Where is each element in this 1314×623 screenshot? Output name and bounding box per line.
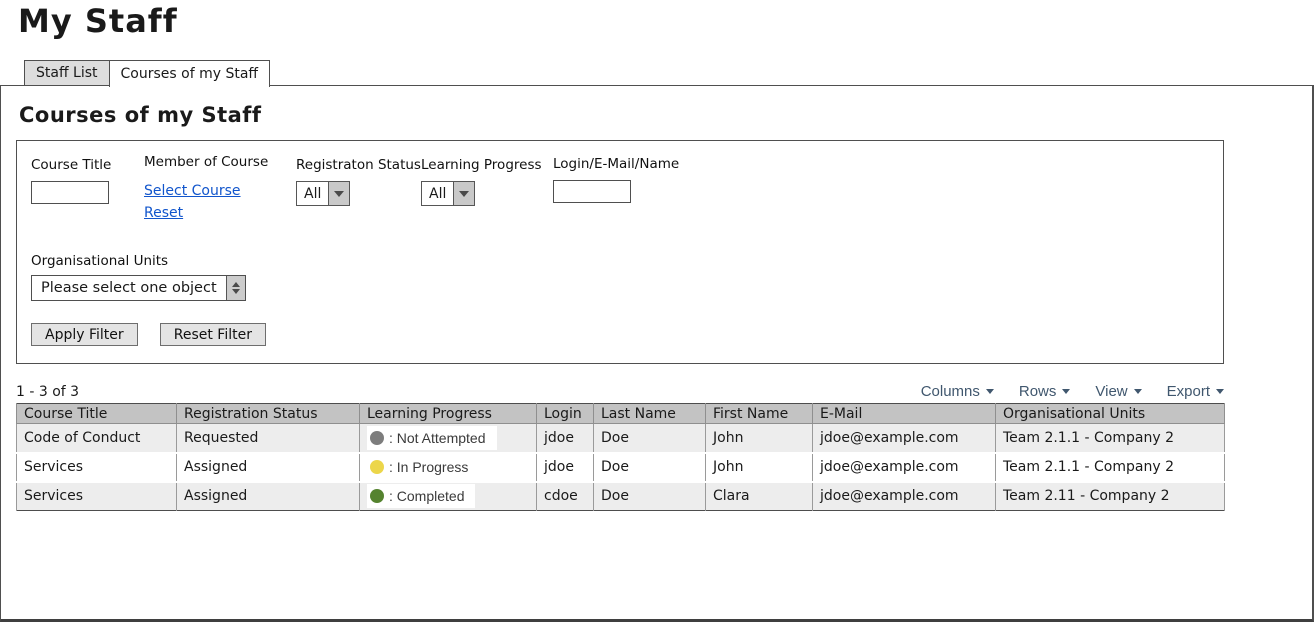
cell-registration-status: Requested [177, 424, 360, 453]
column-header[interactable]: Learning Progress [360, 404, 537, 424]
cell-learning-progress: : Completed [360, 482, 537, 511]
cell-learning-progress: : Not Attempted [360, 424, 537, 453]
cell-email: jdoe@example.com [813, 424, 996, 453]
select-course-link[interactable]: Select Course [144, 183, 241, 199]
dropdown-arrow-icon [328, 182, 349, 205]
reset-filter-button[interactable]: Reset Filter [160, 323, 266, 346]
table-row: Services Assigned : Completed cdoe Doe C… [17, 482, 1225, 511]
cell-organisational-units: Team 2.1.1 - Company 2 [996, 453, 1225, 482]
learning-progress-badge: : In Progress [367, 455, 479, 479]
chevron-down-icon [1216, 389, 1224, 394]
cell-email: jdoe@example.com [813, 453, 996, 482]
tab-courses-of-my-staff[interactable]: Courses of my Staff [109, 60, 271, 87]
organisational-units-filter: Organisational Units Please select one o… [31, 253, 246, 301]
cell-first-name: John [706, 453, 813, 482]
learning-progress-text: : Completed [389, 488, 464, 504]
learning-progress-value: All [422, 182, 453, 205]
dropdown-arrow-icon [453, 182, 474, 205]
column-header[interactable]: Last Name [594, 404, 706, 424]
filter-panel: Course Title Member of Course Select Cou… [16, 140, 1224, 364]
organisational-units-select[interactable]: Please select one object [31, 275, 246, 301]
cell-registration-status: Assigned [177, 453, 360, 482]
learning-progress-filter: Learning Progress All [421, 157, 542, 206]
cell-login: jdoe [537, 453, 594, 482]
cell-course-title: Services [17, 453, 177, 482]
columns-menu[interactable]: Columns [921, 383, 994, 400]
cell-login: jdoe [537, 424, 594, 453]
organisational-units-value: Please select one object [32, 276, 226, 300]
cell-first-name: John [706, 424, 813, 453]
table-body: Code of Conduct Requested : Not Attempte… [17, 424, 1225, 511]
results-bar: 1 - 3 of 3 Columns Rows View Export [16, 383, 1224, 400]
course-title-filter: Course Title [31, 157, 111, 204]
cell-organisational-units: Team 2.1.1 - Company 2 [996, 424, 1225, 453]
learning-progress-select[interactable]: All [421, 181, 475, 206]
table-header-row: Course TitleRegistration StatusLearning … [17, 404, 1225, 424]
cell-first-name: Clara [706, 482, 813, 511]
learning-progress-text: : In Progress [389, 459, 468, 475]
member-of-course-label: Member of Course [144, 154, 268, 170]
view-menu[interactable]: View [1095, 383, 1141, 400]
cell-learning-progress: : In Progress [360, 453, 537, 482]
cell-email: jdoe@example.com [813, 482, 996, 511]
rows-menu[interactable]: Rows [1019, 383, 1071, 400]
section-heading: Courses of my Staff [19, 103, 1312, 127]
learning-progress-label: Learning Progress [421, 157, 542, 173]
table-row: Services Assigned : In Progress jdoe Doe… [17, 453, 1225, 482]
course-title-label: Course Title [31, 157, 111, 173]
table-menus: Columns Rows View Export [896, 383, 1224, 400]
cell-last-name: Doe [594, 453, 706, 482]
progress-dot-icon [370, 460, 384, 474]
registration-status-filter: Registraton Status All [296, 157, 421, 206]
column-header[interactable]: E-Mail [813, 404, 996, 424]
column-header[interactable]: Registration Status [177, 404, 360, 424]
progress-dot-icon [370, 431, 384, 445]
cell-last-name: Doe [594, 482, 706, 511]
cell-login: cdoe [537, 482, 594, 511]
result-count: 1 - 3 of 3 [16, 384, 79, 400]
cell-last-name: Doe [594, 424, 706, 453]
column-header[interactable]: Login [537, 404, 594, 424]
learning-progress-text: : Not Attempted [389, 430, 486, 446]
login-email-name-input[interactable] [553, 180, 631, 203]
column-header[interactable]: First Name [706, 404, 813, 424]
tab-staff-list[interactable]: Staff List [24, 60, 110, 86]
login-email-name-filter: Login/E-Mail/Name [553, 156, 679, 203]
column-header[interactable]: Course Title [17, 404, 177, 424]
reset-course-link[interactable]: Reset [144, 205, 183, 221]
cell-course-title: Services [17, 482, 177, 511]
apply-filter-button[interactable]: Apply Filter [31, 323, 138, 346]
chevron-down-icon [986, 389, 994, 394]
table-row: Code of Conduct Requested : Not Attempte… [17, 424, 1225, 453]
member-of-course-filter: Member of Course Select Course Reset [144, 154, 268, 221]
learning-progress-badge: : Completed [367, 484, 475, 508]
tab-bar: Staff List Courses of my Staff [24, 60, 1314, 86]
cell-organisational-units: Team 2.11 - Company 2 [996, 482, 1225, 511]
progress-dot-icon [370, 489, 384, 503]
page-title: My Staff [18, 0, 1314, 40]
cell-registration-status: Assigned [177, 482, 360, 511]
filter-actions: Apply Filter Reset Filter [31, 323, 266, 346]
column-header[interactable]: Organisational Units [996, 404, 1225, 424]
cell-course-title: Code of Conduct [17, 424, 177, 453]
registration-status-value: All [297, 182, 328, 205]
export-menu[interactable]: Export [1167, 383, 1224, 400]
registration-status-select[interactable]: All [296, 181, 350, 206]
course-title-input[interactable] [31, 181, 109, 204]
courses-table: Course TitleRegistration StatusLearning … [16, 403, 1225, 511]
login-email-name-label: Login/E-Mail/Name [553, 156, 679, 172]
chevron-down-icon [1134, 389, 1142, 394]
registration-status-label: Registraton Status [296, 157, 421, 173]
chevron-down-icon [1062, 389, 1070, 394]
spinner-arrows-icon [226, 276, 245, 300]
content-panel: Courses of my Staff Course Title Member … [0, 85, 1314, 622]
learning-progress-badge: : Not Attempted [367, 426, 497, 450]
organisational-units-label: Organisational Units [31, 253, 246, 269]
